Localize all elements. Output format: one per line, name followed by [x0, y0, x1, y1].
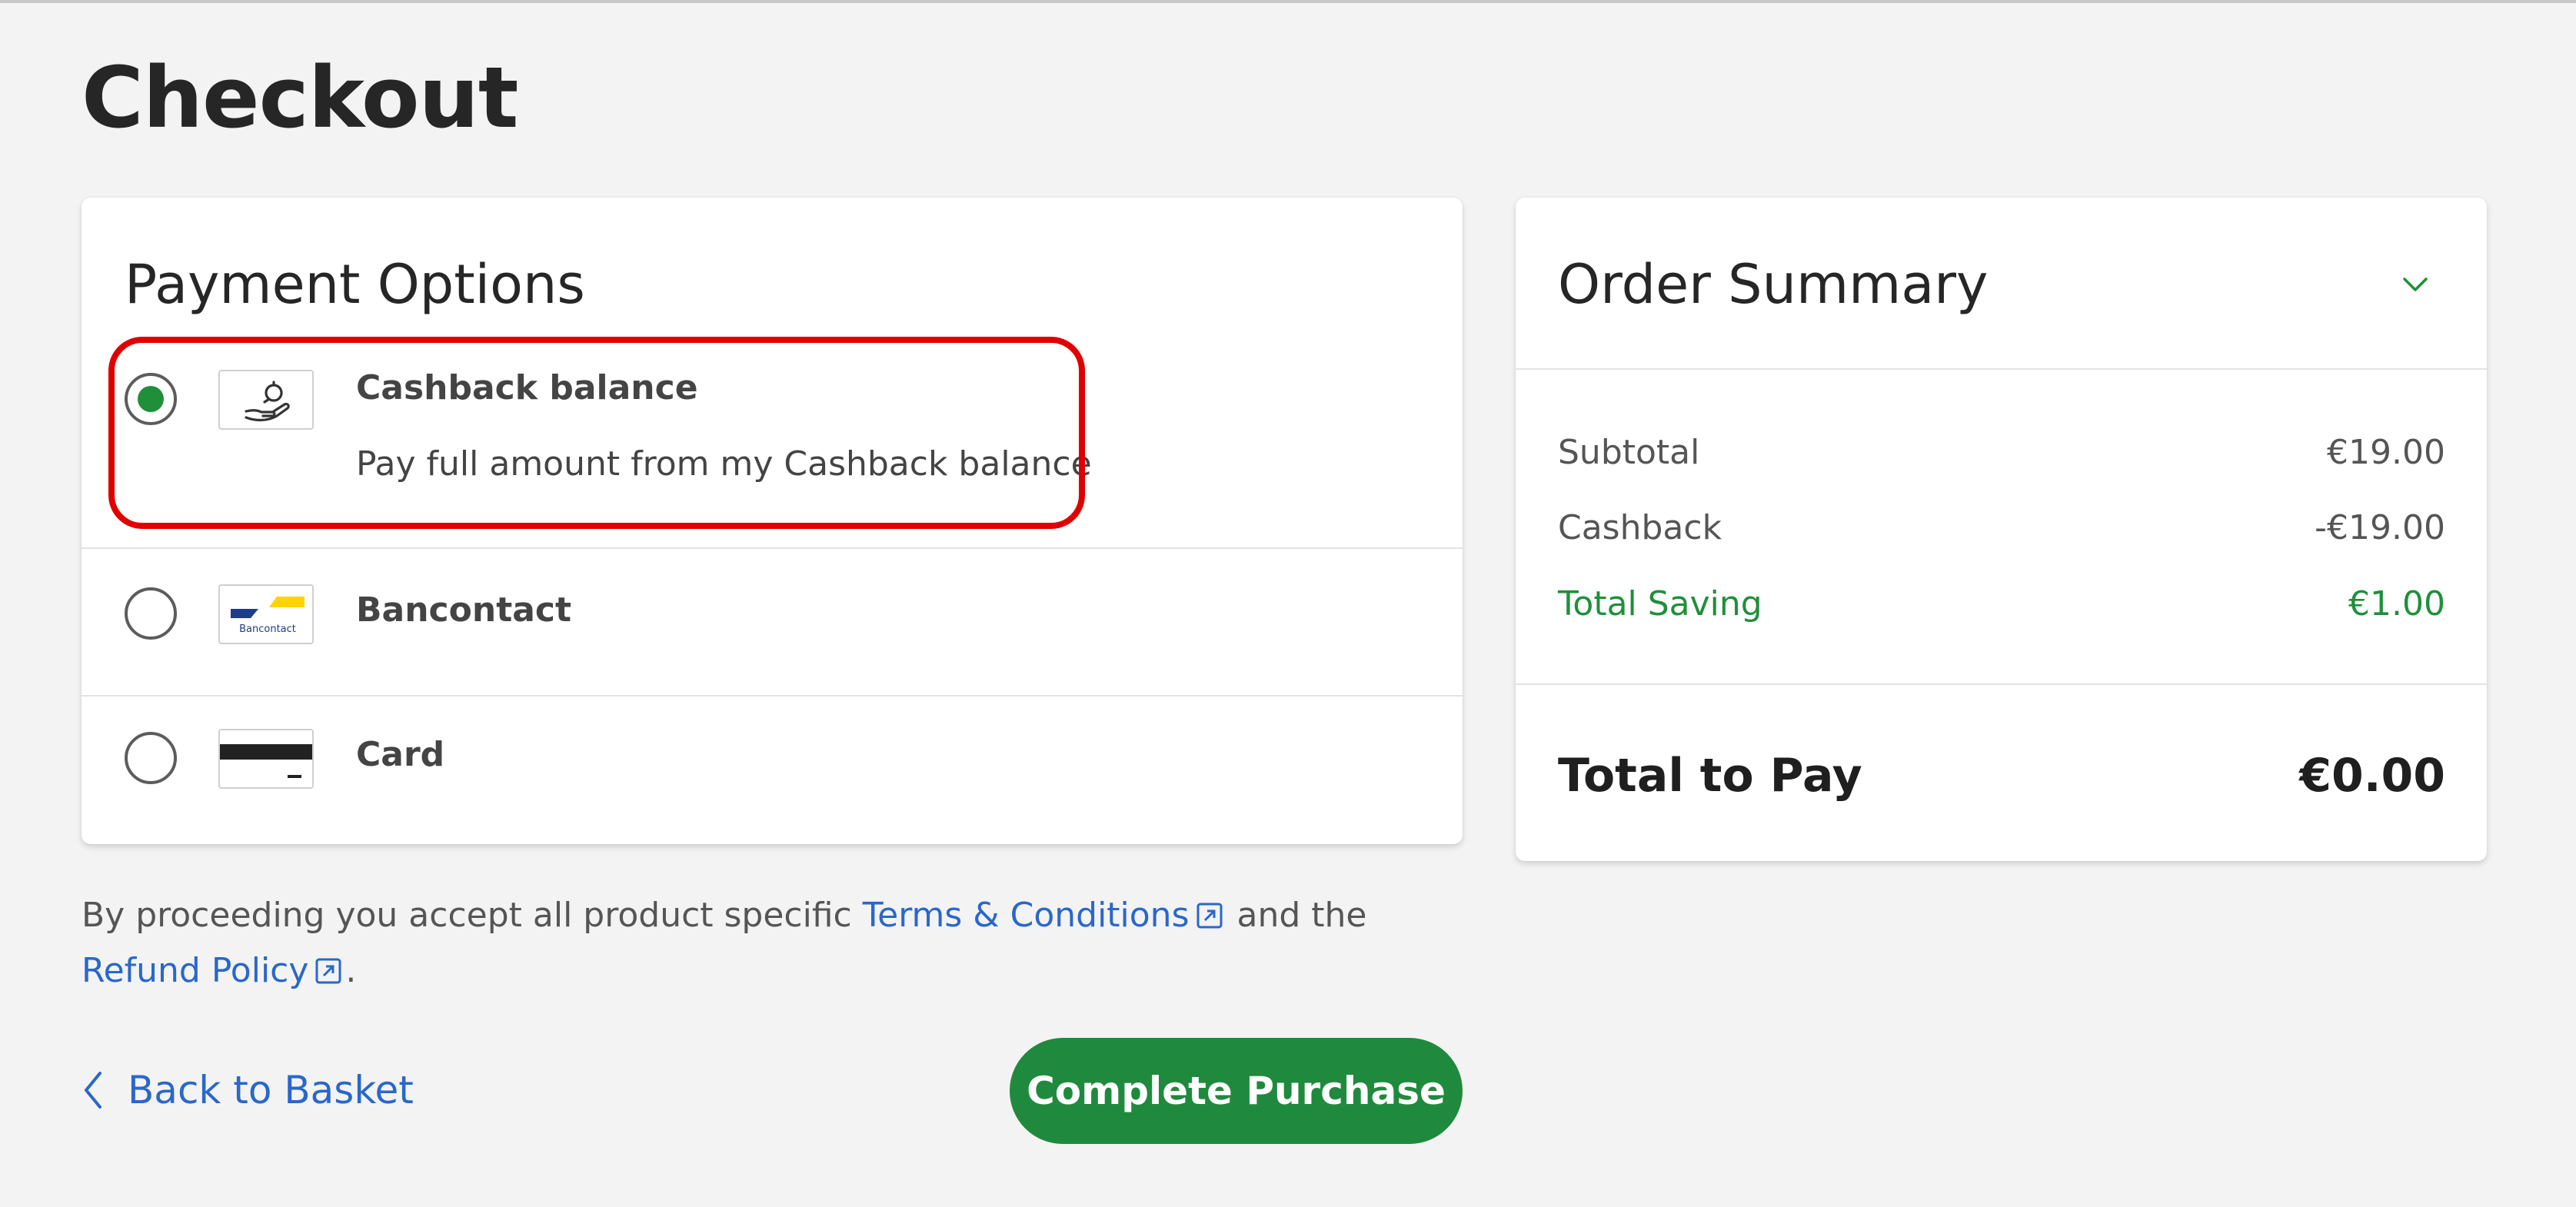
external-link-icon[interactable]: [1196, 902, 1223, 929]
terms-prefix: By proceeding you accept all product spe…: [82, 896, 863, 935]
subtotal-label: Subtotal: [1558, 433, 1700, 472]
terms-link[interactable]: Terms & Conditions: [863, 896, 1190, 935]
cashback-summary-value: -€19.00: [2315, 508, 2445, 547]
subtotal-row: Subtotal €19.00: [1558, 430, 2445, 476]
svg-text:Bancontact: Bancontact: [239, 623, 296, 635]
selection-highlight: [108, 337, 1085, 529]
summary-divider: [1516, 368, 2487, 370]
chevron-left-icon: [85, 1072, 102, 1109]
summary-divider: [1516, 683, 2487, 685]
total-saving-value: €1.00: [2348, 584, 2445, 623]
card-icon: [218, 729, 314, 789]
bancontact-label: Bancontact: [356, 590, 572, 630]
cashback-summary-label: Cashback: [1558, 508, 1722, 547]
complete-purchase-button[interactable]: Complete Purchase: [1010, 1038, 1463, 1144]
subtotal-value: €19.00: [2327, 433, 2445, 472]
top-border: [0, 0, 2576, 3]
total-to-pay-value: €0.00: [2299, 749, 2445, 803]
order-summary-title: Order Summary: [1558, 253, 1989, 316]
total-to-pay-label: Total to Pay: [1558, 749, 1862, 803]
bancontact-logo: Bancontact: [218, 584, 314, 644]
card-label: Card: [356, 735, 445, 774]
payment-options-title: Payment Options: [125, 253, 585, 316]
card-radio[interactable]: [125, 732, 177, 784]
bancontact-radio[interactable]: [125, 587, 177, 640]
cashback-row: Cashback -€19.00: [1558, 505, 2445, 551]
page-title: Checkout: [82, 48, 519, 147]
payment-options-card: Payment Options Cashback balance Pay ful…: [82, 198, 1463, 844]
total-saving-label: Total Saving: [1558, 584, 1762, 623]
external-link-icon[interactable]: [315, 957, 342, 985]
total-saving-row: Total Saving €1.00: [1558, 581, 2445, 627]
refund-policy-link[interactable]: Refund Policy: [82, 951, 308, 990]
total-to-pay-row: Total to Pay €0.00: [1558, 745, 2445, 806]
order-summary-card: Order Summary Subtotal €19.00 Cashback -…: [1516, 198, 2487, 861]
payment-option-card[interactable]: Card: [82, 695, 1463, 844]
back-to-basket-label: Back to Basket: [128, 1068, 414, 1112]
back-to-basket-link[interactable]: Back to Basket: [82, 1063, 414, 1117]
terms-middle: and the: [1226, 896, 1367, 935]
payment-option-bancontact[interactable]: Bancontact Bancontact: [82, 547, 1463, 695]
chevron-down-icon[interactable]: [2400, 268, 2431, 299]
terms-notice: By proceeding you accept all product spe…: [82, 888, 1466, 999]
terms-suffix: .: [345, 951, 357, 990]
